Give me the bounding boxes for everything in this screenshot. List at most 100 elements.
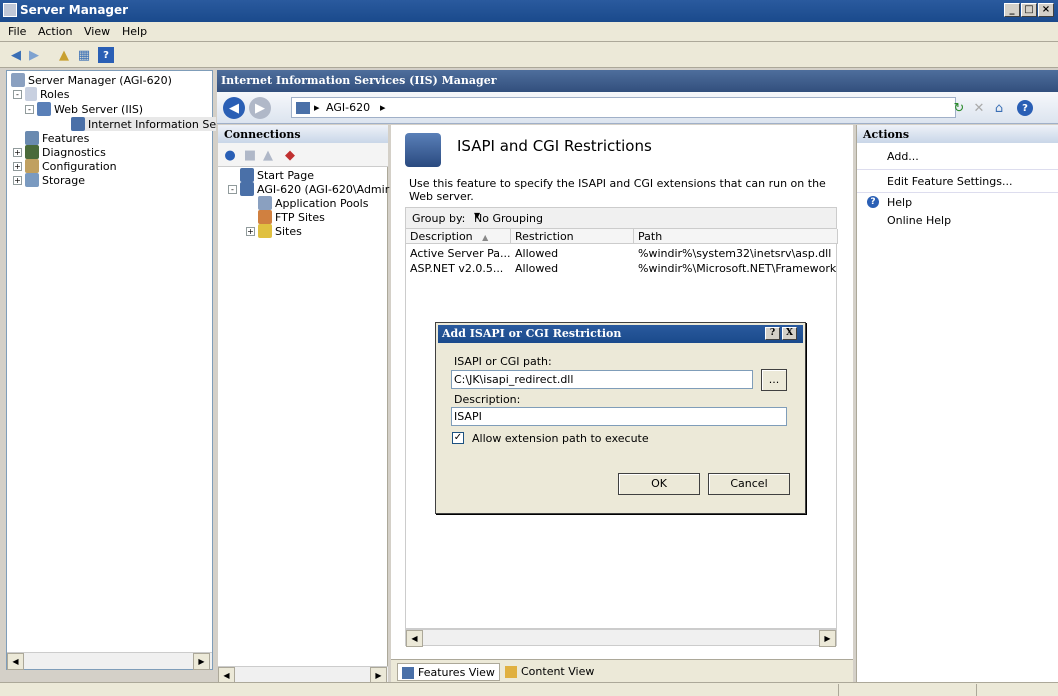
ok-button[interactable]: OK	[618, 473, 700, 495]
tab-features-view[interactable]: Features View	[397, 663, 500, 681]
conn-item-label: AGI-620 (AGI-620\Admir	[257, 182, 390, 196]
scroll-left-icon[interactable]: ◀	[7, 653, 24, 670]
menu-help[interactable]: Help	[122, 25, 147, 38]
close-button[interactable]: ×	[1038, 3, 1054, 17]
conn-item-app-pools[interactable]: Application Pools	[258, 196, 368, 210]
menu-action[interactable]: Action	[38, 25, 72, 38]
address-segment[interactable]: AGI-620	[326, 101, 370, 114]
tree-item-configuration[interactable]: + Configuration	[13, 159, 117, 173]
tree-item-label: Internet Information Se	[88, 117, 217, 131]
action-online-help[interactable]: Online Help	[887, 214, 951, 227]
expand-icon[interactable]: +	[13, 147, 22, 157]
iis-navigation-bar: ◀ ▶ ▸ AGI-620 ▸ ↻ ✕ ⌂ ?	[217, 92, 1058, 124]
add-isapi-dialog: Add ISAPI or CGI Restriction ? X ISAPI o…	[435, 322, 806, 514]
path-label: ISAPI or CGI path:	[454, 355, 552, 368]
back-arrow-icon[interactable]: ◀	[223, 97, 245, 119]
group-by-bar: Group by: No Grouping ▼	[405, 207, 837, 229]
tree-item-server-manager[interactable]: Server Manager (AGI-620)	[11, 73, 172, 87]
scroll-left-icon[interactable]: ◀	[406, 630, 423, 647]
collapse-icon[interactable]: -	[13, 89, 22, 99]
expand-icon[interactable]: +	[246, 226, 255, 236]
expand-icon[interactable]: +	[13, 175, 22, 185]
row-path: %windir%\Microsoft.NET\Framework\v2	[638, 262, 836, 275]
tree-item-diagnostics[interactable]: + Diagnostics	[13, 145, 106, 159]
up-folder-icon[interactable]: ▲	[56, 47, 72, 63]
conn-item-label: Application Pools	[275, 196, 369, 210]
diagnostics-icon	[25, 145, 39, 159]
tree-item-storage[interactable]: + Storage	[13, 173, 85, 187]
column-header-description[interactable]: Description ▲	[406, 229, 511, 244]
show-hide-tree-icon[interactable]: ▦	[76, 47, 92, 63]
up-icon[interactable]: ▲	[260, 147, 276, 163]
row-restriction: Allowed	[515, 262, 559, 275]
left-tree-scrollbar[interactable]: ◀ ▶	[7, 652, 212, 670]
divider	[857, 192, 1058, 193]
column-label: Description	[410, 230, 473, 243]
menu-view[interactable]: View	[84, 25, 110, 38]
conn-item-sites[interactable]: + Sites	[246, 224, 302, 238]
refresh-icon[interactable]: ↻	[951, 100, 967, 116]
minimize-button[interactable]: _	[1004, 3, 1020, 17]
tree-item-iis[interactable]: Internet Information Se	[71, 117, 217, 131]
collapse-icon[interactable]: -	[25, 104, 34, 114]
connections-toolbar: ● ■ ▲ ◆	[218, 143, 388, 167]
scroll-right-icon[interactable]: ▶	[193, 653, 210, 670]
forward-arrow-icon[interactable]: ▶	[26, 47, 42, 63]
actions-pane: Actions Add... Edit Feature Settings... …	[856, 125, 1058, 685]
scroll-right-icon[interactable]: ▶	[819, 630, 836, 647]
window-title: Server Manager	[20, 3, 129, 17]
features-view-icon	[402, 667, 414, 679]
features-icon	[25, 131, 39, 145]
description-input[interactable]	[451, 407, 787, 426]
description-label: Description:	[454, 393, 521, 406]
feature-scrollbar[interactable]: ◀ ▶	[405, 629, 837, 647]
path-input[interactable]	[451, 370, 753, 389]
tree-item-features[interactable]: Features	[25, 131, 89, 145]
action-edit-feature-settings[interactable]: Edit Feature Settings...	[887, 175, 1012, 188]
divider	[838, 684, 839, 696]
expand-icon[interactable]: +	[13, 161, 22, 171]
maximize-button[interactable]: □	[1021, 3, 1037, 17]
row-description: Active Server Pa...	[410, 247, 510, 260]
collapse-icon[interactable]: -	[228, 184, 237, 194]
menu-bar: File Action View Help	[0, 22, 1058, 42]
conn-item-server[interactable]: - AGI-620 (AGI-620\Admir	[228, 182, 389, 196]
address-bar[interactable]: ▸ AGI-620 ▸	[291, 97, 956, 118]
tree-item-roles[interactable]: - Roles	[13, 87, 69, 101]
dialog-titlebar: Add ISAPI or CGI Restriction ? X	[438, 325, 803, 343]
connections-scrollbar[interactable]: ◀ ▶	[218, 666, 388, 684]
menu-file[interactable]: File	[8, 25, 26, 38]
tree-item-label: Server Manager (AGI-620)	[28, 73, 172, 87]
row-description: ASP.NET v2.0.5...	[410, 262, 504, 275]
chevron-right-icon: ▸	[380, 101, 386, 114]
tree-item-label: Storage	[42, 173, 86, 187]
sort-ascending-icon: ▲	[482, 233, 489, 242]
cancel-button[interactable]: Cancel	[708, 473, 790, 495]
tab-content-view[interactable]: Content View	[501, 663, 598, 681]
help-icon[interactable]: ?	[1017, 100, 1033, 116]
back-arrow-icon[interactable]: ◀	[8, 47, 24, 63]
column-header-restriction[interactable]: Restriction	[511, 229, 634, 244]
start-page-icon	[240, 168, 254, 182]
conn-item-start-page[interactable]: Start Page	[240, 168, 314, 182]
action-add[interactable]: Add...	[887, 150, 919, 163]
stop-icon[interactable]: ✕	[971, 100, 987, 116]
column-header-path[interactable]: Path	[634, 229, 838, 244]
dialog-title: Add ISAPI or CGI Restriction	[442, 327, 622, 340]
tree-item-web-server[interactable]: - Web Server (IIS)	[25, 102, 143, 116]
allow-execute-checkbox[interactable]: ✓	[452, 432, 464, 444]
connect-globe-icon[interactable]: ●	[222, 147, 238, 163]
connect-icon[interactable]: ◆	[282, 147, 298, 163]
browse-button[interactable]: ...	[761, 369, 787, 391]
tab-label: Features View	[418, 666, 495, 679]
action-help[interactable]: Help	[887, 196, 912, 209]
group-by-select[interactable]: No Grouping ▼	[470, 210, 592, 226]
save-icon[interactable]: ■	[242, 147, 258, 163]
server-manager-icon	[3, 3, 17, 17]
home-icon[interactable]: ⌂	[991, 100, 1007, 116]
forward-arrow-icon[interactable]: ▶	[249, 97, 271, 119]
dialog-help-button[interactable]: ?	[765, 327, 780, 340]
conn-item-ftp-sites[interactable]: FTP Sites	[258, 210, 325, 224]
help-icon[interactable]: ?	[98, 47, 114, 63]
dialog-close-button[interactable]: X	[782, 327, 797, 340]
